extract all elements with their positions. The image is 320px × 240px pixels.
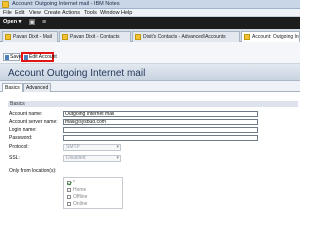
title-bar: Account: Outgoing Internet mail - IBM No… <box>0 0 300 9</box>
checkbox-icon[interactable] <box>67 201 71 206</box>
save-button[interactable]: Save <box>3 53 22 61</box>
protocol-value: SMTP <box>66 144 80 150</box>
chevron-down-icon: ▾ <box>116 155 119 161</box>
account-icon <box>244 34 250 40</box>
open-button[interactable]: Open ▾ <box>3 19 21 27</box>
section-header-basics: Basics <box>8 101 298 107</box>
edit-account-button[interactable]: Edit Account <box>22 53 57 61</box>
location-label: Offline <box>73 194 88 200</box>
server-name-label: Account server name: <box>9 119 58 125</box>
account-name-label: Account name: <box>9 111 43 117</box>
checkbox-icon[interactable] <box>67 187 71 192</box>
save-label: Save <box>10 54 22 60</box>
chevron-down-icon: ▾ <box>116 144 119 150</box>
tab-label: Dixit's Contacts - Advanced\Accounts <box>143 34 226 40</box>
protocol-select[interactable]: SMTP ▾ <box>63 144 121 151</box>
protocol-label: Protocol: <box>9 144 29 150</box>
menu-view[interactable]: View <box>29 10 41 16</box>
location-all[interactable]: * <box>67 180 75 186</box>
ssl-value: Disabled <box>66 155 86 161</box>
form-tabs: Basics Advanced <box>0 81 300 92</box>
location-home[interactable]: Home <box>67 187 86 193</box>
tab-label: Pavan Dixit - Contacts <box>70 34 120 40</box>
menu-bar: File Edit View Create Actions Tools Wind… <box>0 9 300 17</box>
tab-advanced[interactable]: Advanced <box>23 83 52 92</box>
menu-edit[interactable]: Edit <box>15 10 24 16</box>
password-label: Password: <box>9 135 33 141</box>
server-name-field[interactable]: mail@sysbud.com <box>63 119 258 125</box>
menu-file[interactable]: File <box>3 10 12 16</box>
menu-create[interactable]: Create <box>44 10 61 16</box>
menu-help[interactable]: Help <box>121 10 132 16</box>
location-offline[interactable]: Offline <box>67 194 87 200</box>
menu-tools[interactable]: Tools <box>84 10 97 16</box>
password-field[interactable] <box>63 135 258 141</box>
location-online[interactable]: Online <box>67 201 87 207</box>
location-label: Online <box>73 201 88 207</box>
location-label: Home <box>73 187 87 193</box>
tab-basics[interactable]: Basics <box>2 83 23 92</box>
location-label: * <box>73 180 75 186</box>
tab-account-outgoing[interactable]: Account: Outgoing In <box>241 31 300 42</box>
menu-icon[interactable]: ≡ <box>40 19 48 27</box>
contacts-icon <box>135 34 141 40</box>
form-content: Basics Account name: Outgoing Internet m… <box>0 92 300 233</box>
edit-account-label: Edit Account <box>29 54 57 60</box>
tab-accounts[interactable]: Dixit's Contacts - Advanced\Accounts <box>132 31 240 42</box>
tab-label: Pavan Dixit - Mail <box>13 34 52 40</box>
locations-list: * Home Offline Online <box>63 177 123 209</box>
ssl-select[interactable]: Disabled ▾ <box>63 155 121 162</box>
ssl-label: SSL: <box>9 155 20 161</box>
toolbar: Open ▾ ▣ ≡ <box>0 17 300 29</box>
menu-actions[interactable]: Actions <box>62 10 80 16</box>
edit-icon <box>24 55 28 60</box>
tab-strip: Pavan Dixit - Mail Pavan Dixit - Contact… <box>0 29 300 42</box>
window-title: Account: Outgoing Internet mail - IBM No… <box>12 1 120 7</box>
action-bar: Save Edit Account <box>0 42 300 64</box>
document-header: Account Outgoing Internet mail <box>0 64 300 81</box>
tab-label: Account: Outgoing In <box>252 34 299 40</box>
login-name-field[interactable] <box>63 127 258 133</box>
notes-app-icon <box>2 1 9 8</box>
account-name-field[interactable]: Outgoing Internet mail <box>63 111 258 117</box>
contacts-icon <box>62 34 68 40</box>
mail-icon <box>5 34 11 40</box>
tab-mail[interactable]: Pavan Dixit - Mail <box>2 31 58 42</box>
menu-window[interactable]: Window <box>100 10 120 16</box>
tab-contacts[interactable]: Pavan Dixit - Contacts <box>59 31 131 42</box>
workspace-icon[interactable]: ▣ <box>28 19 36 27</box>
login-name-label: Login name: <box>9 127 37 133</box>
checkbox-icon[interactable] <box>67 194 71 199</box>
checkbox-checked-icon[interactable] <box>67 180 71 185</box>
document-title: Account Outgoing Internet mail <box>8 68 146 79</box>
save-icon <box>5 55 9 60</box>
locations-label: Only from location(s): <box>9 168 57 174</box>
